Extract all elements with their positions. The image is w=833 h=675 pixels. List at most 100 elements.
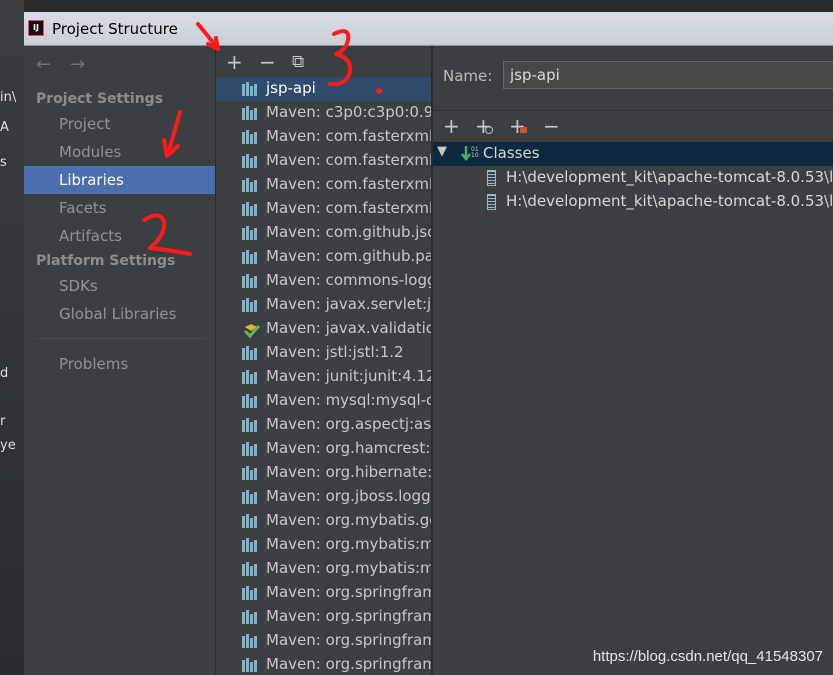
library-icon xyxy=(242,442,258,456)
remove-root-button[interactable]: − xyxy=(543,114,560,138)
sidebar-item-project[interactable]: Project xyxy=(59,115,110,133)
library-icon xyxy=(242,82,258,96)
window-title: Project Structure xyxy=(52,20,178,38)
classes-toolbar: + + + − xyxy=(433,114,833,142)
jar-file-icon xyxy=(487,194,496,210)
sidebar-item-problems[interactable]: Problems xyxy=(59,355,128,373)
library-label: Maven: com.fasterxml: xyxy=(266,199,431,217)
library-icon xyxy=(242,418,258,432)
library-row[interactable]: Maven: org.mybatis:my xyxy=(216,557,431,581)
library-warning-icon xyxy=(242,322,261,339)
library-label: Maven: org.mybatis:my xyxy=(266,559,431,577)
library-row[interactable]: Maven: org.springfram xyxy=(216,653,431,675)
library-row[interactable]: Maven: org.hamcrest:h xyxy=(216,437,431,461)
window-titlebar[interactable]: IJ Project Structure xyxy=(24,12,833,46)
library-label: Maven: org.springfram xyxy=(266,655,431,673)
library-row[interactable]: jsp-api xyxy=(216,77,431,101)
library-row[interactable]: Maven: jstl:jstl:1.2 xyxy=(216,341,431,365)
library-row[interactable]: Maven: junit:junit:4.12 xyxy=(216,365,431,389)
library-row[interactable]: Maven: c3p0:c3p0:0.9. xyxy=(216,101,431,125)
library-row[interactable]: Maven: commons-logg xyxy=(216,269,431,293)
library-name-field[interactable] xyxy=(503,61,833,89)
library-row[interactable]: Maven: com.fasterxml. xyxy=(216,149,431,173)
jar-file-icon xyxy=(487,170,496,186)
add-library-button[interactable]: + xyxy=(226,50,243,74)
library-icon xyxy=(242,346,258,360)
library-row[interactable]: Maven: mysql:mysql-co xyxy=(216,389,431,413)
sidebar-item-facets[interactable]: Facets xyxy=(59,199,107,217)
platform-settings-header: Platform Settings xyxy=(36,253,176,269)
expand-triangle-icon[interactable]: ▼ xyxy=(437,144,447,159)
library-icon xyxy=(242,562,258,576)
library-row[interactable]: Maven: org.springfram xyxy=(216,581,431,605)
library-list: jsp-api Maven: c3p0:c3p0:0.9. Maven: com.f… xyxy=(216,77,431,675)
library-icon xyxy=(242,298,258,312)
sidebar-item-libraries[interactable]: Libraries xyxy=(59,171,124,189)
tree-entry[interactable]: H:\development_kit\apache-tomcat-8.0.53\… xyxy=(433,190,833,214)
library-icon xyxy=(242,106,258,120)
classes-tree-node[interactable]: ▼ 01 10 Classes xyxy=(433,142,833,166)
back-arrow-icon[interactable]: ← xyxy=(36,54,51,75)
tree-entry-path: H:\development_kit\apache-tomcat-8.0.53\… xyxy=(506,192,833,210)
project-settings-header: Project Settings xyxy=(36,91,164,107)
bg-text-fragment: ye xyxy=(0,438,16,453)
library-label: Maven: com.github.pag xyxy=(266,247,431,265)
intellij-app-icon: IJ xyxy=(28,20,44,36)
library-label: Maven: com.fasterxml. xyxy=(266,151,431,169)
library-icon xyxy=(242,130,258,144)
library-label: Maven: javax.validation xyxy=(266,319,431,337)
library-icon xyxy=(242,202,258,216)
library-icon xyxy=(242,490,258,504)
library-list-panel: + − ⧉ jsp-api Maven: c3p0:c3p0:0.9. Maven:… xyxy=(216,46,431,675)
sidebar-item-modules[interactable]: Modules xyxy=(59,143,121,161)
library-row[interactable]: Maven: org.springfram xyxy=(216,629,431,653)
library-label: Maven: jstl:jstl:1.2 xyxy=(266,343,404,361)
settings-sidebar: ← → Project Settings Project Modules Lib… xyxy=(24,46,216,675)
library-row[interactable]: Maven: org.aspectj:asp xyxy=(216,413,431,437)
library-label: Maven: org.aspectj:asp xyxy=(266,415,431,433)
library-label: Maven: com.github.jsq xyxy=(266,223,431,241)
library-row[interactable]: Maven: com.fasterxml. xyxy=(216,173,431,197)
library-icon xyxy=(242,514,258,528)
library-row[interactable]: Maven: javax.servlet:jav xyxy=(216,293,431,317)
library-row[interactable]: Maven: javax.validation xyxy=(216,317,431,341)
forward-arrow-icon[interactable]: → xyxy=(70,54,85,75)
library-row[interactable]: Maven: org.jboss.loggi xyxy=(216,485,431,509)
add-root-button[interactable]: + xyxy=(443,114,460,138)
classes-root-icon: 01 10 xyxy=(461,146,479,162)
name-label: Name: xyxy=(443,67,493,85)
library-row[interactable]: Maven: org.mybatis.ge xyxy=(216,509,431,533)
library-row[interactable]: Maven: com.fasterxml. xyxy=(216,125,431,149)
csdn-watermark: https://blog.csdn.net/qq_41548307 xyxy=(592,648,823,665)
tree-entry[interactable]: H:\development_kit\apache-tomcat-8.0.53\… xyxy=(433,166,833,190)
remove-library-button[interactable]: − xyxy=(259,50,276,74)
sidebar-item-global-libraries[interactable]: Global Libraries xyxy=(59,305,176,323)
library-row[interactable]: Maven: org.springfram xyxy=(216,605,431,629)
library-icon xyxy=(242,466,258,480)
library-icon xyxy=(242,178,258,192)
library-row[interactable]: Maven: org.hibernate:h xyxy=(216,461,431,485)
library-label: Maven: mysql:mysql-co xyxy=(266,391,431,409)
bg-text-fragment: in\ xyxy=(0,90,17,105)
library-label: Maven: com.fasterxml. xyxy=(266,127,431,145)
library-row[interactable]: Maven: com.github.pag xyxy=(216,245,431,269)
library-icon xyxy=(242,274,258,288)
library-row[interactable]: Maven: org.mybatis:my xyxy=(216,533,431,557)
copy-library-button[interactable]: ⧉ xyxy=(292,52,304,72)
library-icon xyxy=(242,250,258,264)
library-icon xyxy=(242,394,258,408)
globe-badge-icon xyxy=(485,126,493,134)
sidebar-item-artifacts[interactable]: Artifacts xyxy=(59,227,122,245)
library-icon xyxy=(242,370,258,384)
add-specify-button[interactable]: + xyxy=(475,114,493,138)
library-icon xyxy=(242,586,258,600)
library-icon xyxy=(242,634,258,648)
detail-divider xyxy=(433,110,833,111)
classes-root-label: Classes xyxy=(483,144,540,162)
sidebar-item-sdks[interactable]: SDKs xyxy=(59,277,98,295)
library-row[interactable]: Maven: com.fasterxml: xyxy=(216,197,431,221)
library-icon xyxy=(242,154,258,168)
add-excluded-button[interactable]: + xyxy=(509,114,527,138)
library-detail-panel: Name: + + + − ▼ 01 10 Classes H:\develop… xyxy=(432,46,833,675)
library-row[interactable]: Maven: com.github.jsq xyxy=(216,221,431,245)
